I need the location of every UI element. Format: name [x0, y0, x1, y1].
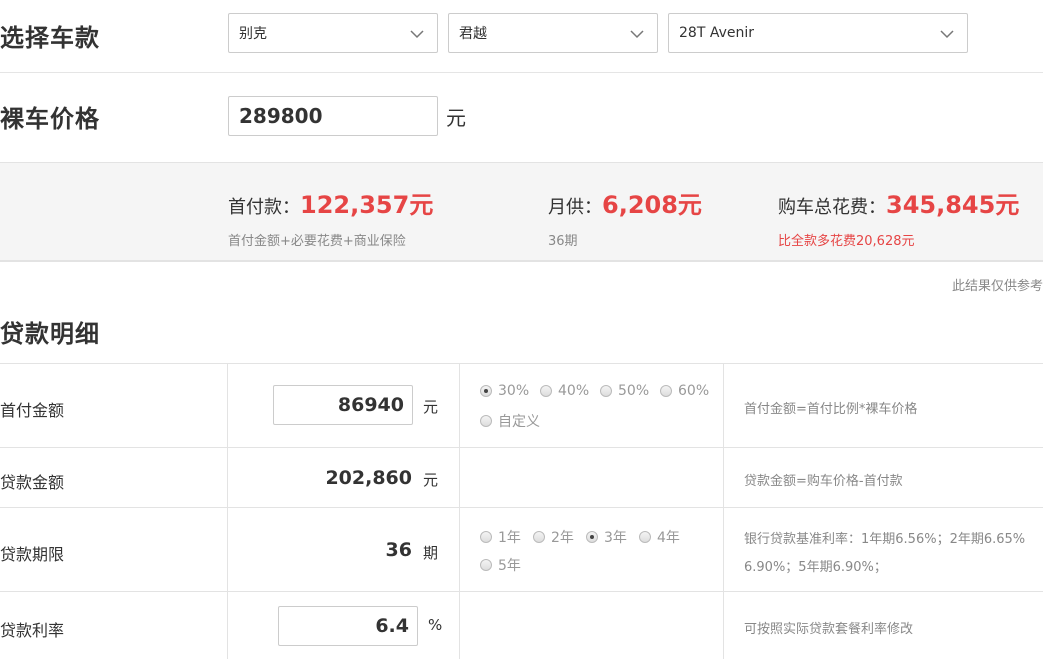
model-select-value: 28T Avenir [679, 25, 754, 41]
chevron-down-icon [630, 30, 644, 39]
term-1y-radio[interactable]: 1年 [480, 527, 521, 547]
loan-amount-unit: 元 [423, 471, 439, 489]
down-payment-note: 首付金额+必要花费+商业保险 [228, 234, 406, 249]
total-note: 比全款多花费20,628元 [778, 234, 915, 249]
loan-term-hint-line2: 6.90%；5年期6.90%； [744, 560, 887, 575]
term-2y-radio[interactable]: 2年 [533, 527, 574, 547]
down-payment-hint: 首付金额=首付比例*裸车价格 [744, 402, 918, 417]
down-payment-label: 首付款： [228, 197, 300, 218]
row-label-interest-rate: 贷款利率 [0, 621, 65, 640]
total-value: 345,845元 [886, 191, 1020, 219]
select-car-title: 选择车款 [0, 24, 100, 52]
bare-price-unit: 元 [446, 106, 466, 130]
bare-price-input[interactable]: 289800 [228, 96, 438, 136]
summary-panel: 首付款： 122,357元 首付金额+必要花费+商业保险 月供： 6,208元 … [0, 162, 1043, 262]
row-label-down-payment: 首付金额 [0, 401, 65, 420]
loan-amount-value: 202,860 [325, 467, 412, 489]
down-payment-unit: 元 [423, 398, 439, 416]
down-ratio-custom-radio[interactable]: 自定义 [480, 411, 540, 431]
table-row: 贷款期限 36 期 1年 2年 3年 4年 5年 银行贷款基准利率：1年期6.5… [0, 508, 1043, 592]
bare-price-title: 裸车价格 [0, 105, 100, 133]
row-label-loan-amount: 贷款金额 [0, 473, 65, 492]
down-payment-summary: 首付款： 122,357元 首付金额+必要花费+商业保险 [228, 185, 433, 249]
monthly-value: 6,208元 [602, 191, 702, 219]
loan-term-value: 36 [385, 539, 412, 561]
total-label: 购车总花费： [778, 197, 886, 218]
table-row: 首付金额 86940 元 30% 40% 50% 60% 自定义 首付金额=首付… [0, 364, 1043, 448]
disclaimer-text: 此结果仅供参考 [951, 279, 1043, 294]
model-select[interactable]: 28T Avenir [668, 13, 968, 53]
down-ratio-50-radio[interactable]: 50% [600, 383, 649, 399]
table-row: 贷款利率 6.4 % 可按照实际贷款套餐利率修改 [0, 592, 1043, 659]
interest-rate-hint: 可按照实际贷款套餐利率修改 [744, 622, 914, 637]
loan-amount-hint: 贷款金额=购车价格-首付款 [744, 474, 903, 489]
loan-detail-title: 贷款明细 [0, 320, 100, 348]
monthly-label: 月供： [548, 197, 602, 218]
down-ratio-60-radio[interactable]: 60% [660, 383, 709, 399]
loan-detail-table: 首付金额 86940 元 30% 40% 50% 60% 自定义 首付金额=首付… [0, 363, 1043, 659]
term-3y-radio[interactable]: 3年 [586, 527, 627, 547]
table-row: 贷款金额 202,860 元 贷款金额=购车价格-首付款 [0, 448, 1043, 508]
term-5y-radio[interactable]: 5年 [480, 555, 521, 575]
down-ratio-30-radio[interactable]: 30% [480, 383, 529, 399]
divider [0, 72, 1043, 73]
monthly-note: 36期 [548, 234, 578, 249]
loan-term-hint-line1: 银行贷款基准利率：1年期6.56%；2年期6.65% [744, 532, 1026, 547]
chevron-down-icon [410, 30, 424, 39]
brand-select[interactable]: 别克 [228, 13, 438, 53]
series-select[interactable]: 君越 [448, 13, 658, 53]
down-payment-value: 122,357元 [300, 191, 434, 219]
term-4y-radio[interactable]: 4年 [639, 527, 680, 547]
monthly-summary: 月供： 6,208元 36期 [548, 185, 702, 249]
brand-select-value: 别克 [239, 26, 267, 42]
interest-rate-unit: % [428, 616, 443, 634]
down-ratio-40-radio[interactable]: 40% [540, 383, 589, 399]
down-payment-amount-input[interactable]: 86940 [273, 385, 413, 425]
interest-rate-input[interactable]: 6.4 [278, 606, 418, 646]
row-label-loan-term: 贷款期限 [0, 545, 65, 564]
total-summary: 购车总花费： 345,845元 比全款多花费20,628元 [778, 185, 1019, 249]
chevron-down-icon [940, 30, 954, 39]
series-select-value: 君越 [459, 26, 487, 42]
loan-term-unit: 期 [423, 544, 439, 562]
